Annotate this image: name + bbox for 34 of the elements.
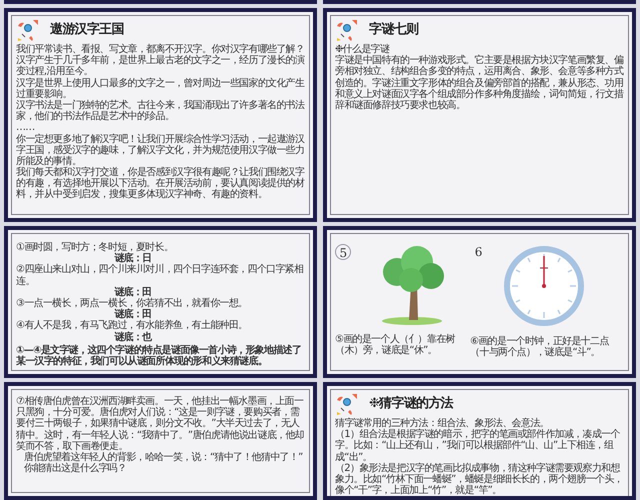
slide-title: 字谜七则 [369,22,418,38]
riddle-answer: 谜底：田 [114,309,152,320]
paragraph: …… [16,122,36,134]
paragraph: 汉字是世界上使用人口最多的文字之一，曾对周边一些国家的文化产生过重要影响。 [16,78,304,100]
paragraph: 我们每天都和汉字打交道，你是否感到汉字很有趣呢？让我们围绕汉字的有趣，有选择地开展以下活动。在开展活动前，要认真阅读提供的材料，并从中受到启发，搜集更多体现汉字神奇、有趣的资料。 [16,167,305,201]
paragraph: ①—④是文字谜，这四个字谜的特点是谜面像一首小诗，形象地描述了某一汉字的特征，我们可以从谜面所体现的形和义来猜谜底。 [16,344,302,368]
paragraph: （2）象形法是把汉字的笔画比拟成事物，猜这种字谜需要观察力和想象力。比如“竹林下面一蟠蜒”，蟠蜒是细细长长的，两个翅膀一个头，像个“干”字，上面加上“竹”，就是“竿”。 [335,462,624,496]
paragraph: 字谜是中国特有的一种游戏形式。它主要是根据方块汉字笔画繁复、偏旁相对独立、结构组合多变的特点，运用离合、象形、会意等多种方式创造的。字谜注重文字形体的组合及偏旁部首的搭配，兼从形态、功用和意义上对谜面汉字各个组成部分作多种角度描绘，词句简短，行文措辞和谜面修辞技巧要求也较高。 [335,55,624,112]
paragraph: 你一定想更多地了解汉字吧！让我们开展综合性学习活动，一起遨游汉字王国，感受汉字的趣味，了解汉字文化，并为规范使用汉字做一些力所能及的事情。 [16,134,305,167]
paragraph: 你能猜出这是什么字吗？ [23,463,128,474]
logo-icon [335,392,359,416]
paragraph: ⑦相传唐伯虎曾在汉洲西湖畔卖画。一天，他挂出一幅水墨画，上面一只黑狗，十分可爱。唐伯虎对人们说：“这是一则字谜，要购买者，需要付三十两银子，如果猜中谜底，则分文不收。”大半天过去了，无人猜中。这时，有一年轻人说：“我猜中了。”唐伯虎请他说出谜底，他却笑而不答，取下画卷便走。 [16,396,305,452]
paragraph: ④有人不是我，有马飞跑过，有水能养鱼，有土能种田。 [16,320,248,332]
paragraph: 唐伯虎望着这年轻人的背影，哈哈一笑，说：“猜中了！他猜中了！” [23,452,304,463]
caption: ⑥画的是一个时钟，正好是十二点（十与两个点），谜底是“斗”。 [470,336,610,358]
slide-number: 5 [335,244,351,260]
slide-number: 6 [474,244,483,260]
slide-title: 遨游汉字王国 [50,22,124,38]
paragraph: 汉字产生于几千多年前，是世界上最古老的文字之一，经历了漫长的演变过程,沿用至今。 [16,55,305,78]
riddle-answer: 谜底：也 [114,332,153,343]
paragraph: ①画时圆，写时方；冬时短，夏时长。 [16,242,174,253]
logo-icon [335,18,359,42]
riddle-answer: 谜底：田 [114,286,152,298]
paragraph: ③一点一横长，两点一横长，你若猜不出，就看你一想。 [16,298,248,309]
caption: ⑤画的是一个人（亻）靠在树（木）旁，谜底是“休”。 [335,334,456,356]
paragraph: 猜字谜常用的三种方法：组合法、象形法、会意法。 [335,418,550,429]
paragraph: 汉字书法是一门独特的艺术。古往今来，我国涌现出了许多著名的书法家，他们的书法作品是艺术中的珍品。 [16,100,305,122]
paragraph: ❉什么是字谜 [335,44,390,55]
paragraph: ②四座山来山对山，四个川来川对川，四个日字连环套，四个口字紧相连。 [16,264,304,287]
slide-title: ❉猜字谜的方法 [369,396,453,412]
logo-icon [16,18,40,42]
paragraph: 我们平常读书、看报、写文章，都离不开汉字。你对汉字有哪些了解？ [16,44,305,55]
riddle-answer: 谜底：日 [114,253,152,264]
paragraph: （1）组合法是根据字谜的暗示，把字的笔画或部件作加减，凑成一个字。比如：“山上还有山，”我们可以根据部件“山、山”上下相连，组成“出”。 [335,429,621,463]
